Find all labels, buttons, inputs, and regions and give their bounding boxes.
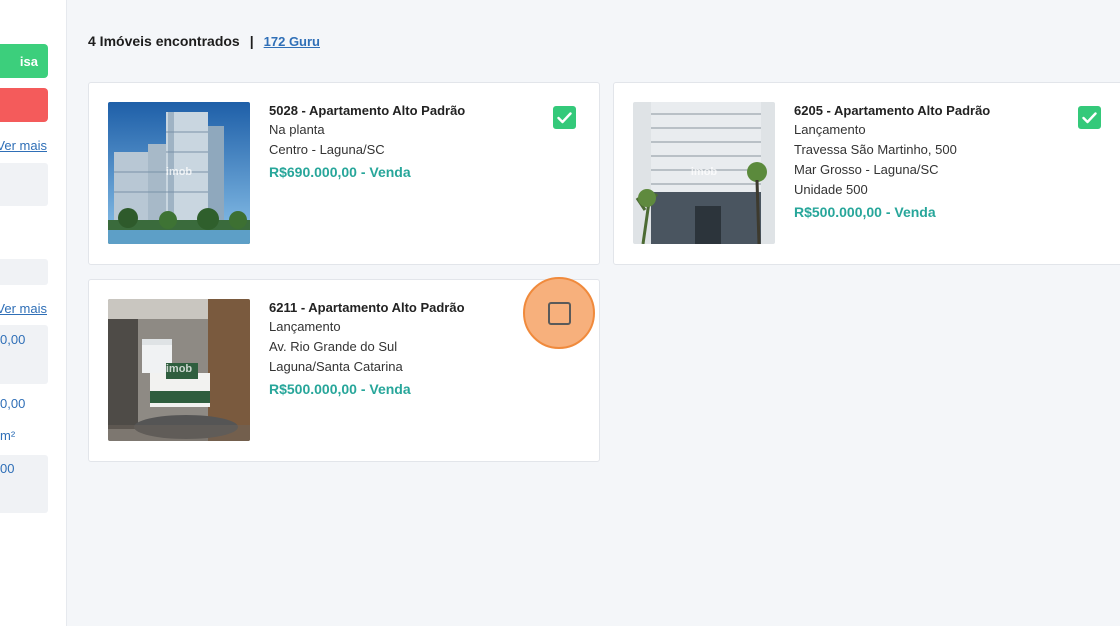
check-icon [557,111,572,123]
listing-photo[interactable]: imob [108,299,250,441]
listing-card[interactable]: imob 6205 - Apartamento Alto Padrão Lanç… [613,82,1120,265]
listing-location: Centro - Laguna/SC [269,142,385,157]
listing-card[interactable]: imob 6211 - Apartamento Alto Padrão Lanç… [88,277,600,462]
checkbox-highlight [523,277,595,349]
listing-info: 6211 - Apartamento Alto Padrão Lançament… [269,299,465,400]
photo-watermark: imob [690,166,718,178]
filter-box-1[interactable] [0,163,48,206]
listing-address: Av. Rio Grande do Sul [269,339,398,354]
search-button[interactable]: isa [0,44,48,78]
filter-box-3[interactable]: 0,00 [0,325,48,384]
select-checkbox-checked[interactable] [1078,106,1101,129]
ver-mais-link-2[interactable]: Ver mais [0,301,47,316]
guru-link[interactable]: 172 Guru [264,34,320,49]
listing-address: Travessa São Martinho, 500 [794,142,957,157]
listing-status: Lançamento [269,319,341,334]
listing-price: R$500.000,00 - Venda [794,204,936,220]
select-checkbox-checked[interactable] [553,106,576,129]
header-separator: | [249,33,254,49]
listing-photo[interactable]: imob [633,102,775,244]
filter-box-2[interactable] [0,259,48,285]
results-header: 4 Imóveis encontrados | 172 Guru [88,33,320,49]
listing-info: 6205 - Apartamento Alto Padrão Lançament… [794,102,990,223]
listing-info: 5028 - Apartamento Alto Padrão Na planta… [269,102,465,183]
listing-title[interactable]: 6205 - Apartamento Alto Padrão [794,102,990,120]
listing-price: R$500.000,00 - Venda [269,381,411,397]
photo-watermark: imob [165,363,193,375]
filter-box-4[interactable]: 00 [0,455,48,513]
listing-card[interactable]: imob 5028 - Apartamento Alto Padrão Na p… [88,82,600,265]
results-count: 4 Imóveis encontrados [88,33,240,49]
listing-title[interactable]: 5028 - Apartamento Alto Padrão [269,102,465,120]
filter-value-1: 0,00 [0,332,26,347]
listing-location: Laguna/Santa Catarina [269,359,403,374]
check-icon [1082,111,1097,123]
listing-unit: Unidade 500 [794,182,868,197]
ver-mais-link-1[interactable]: Ver mais [0,138,47,153]
clear-button[interactable] [0,88,48,122]
filter-value-3: m² [0,428,16,443]
listing-price: R$690.000,00 - Venda [269,164,411,180]
listing-photo[interactable]: imob [108,102,250,244]
listing-status: Na planta [269,122,325,137]
select-checkbox-unchecked[interactable] [547,301,571,325]
photo-watermark: imob [165,166,193,178]
listing-status: Lançamento [794,122,866,137]
listing-location: Mar Grosso - Laguna/SC [794,162,939,177]
filter-sidebar: isa Ver mais Ver mais 0,00 0,00 m² 00 [0,0,67,626]
listing-title[interactable]: 6211 - Apartamento Alto Padrão [269,299,465,317]
filter-value-2: 0,00 [0,396,26,411]
filter-value-4: 00 [0,461,15,476]
